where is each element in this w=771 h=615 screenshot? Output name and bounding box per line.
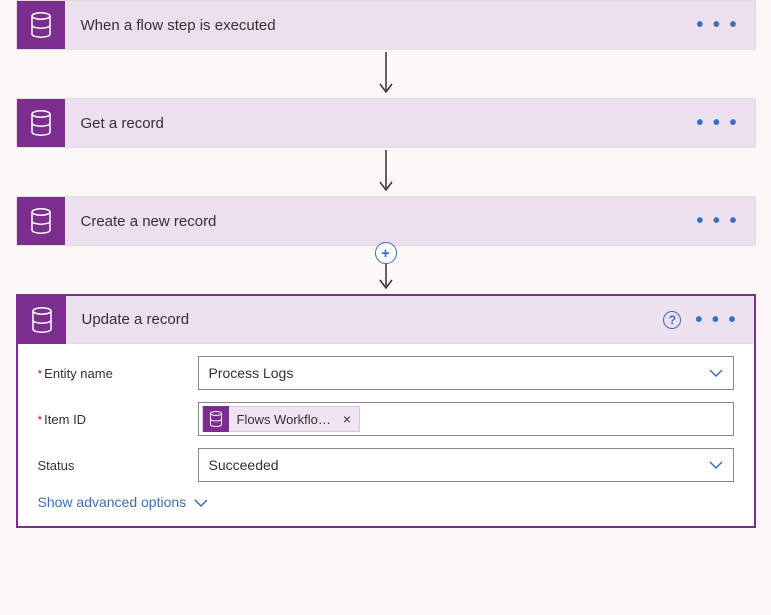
chevron-down-icon (709, 456, 723, 474)
required-star-icon: * (38, 367, 43, 381)
entity-name-dropdown[interactable]: Process Logs (198, 356, 734, 390)
chevron-down-icon (194, 494, 208, 510)
more-icon[interactable]: • • • (696, 113, 738, 133)
flow-step-get-record: Get a record • • • (16, 98, 756, 148)
dynamic-content-token[interactable]: Flows Workflo… × (202, 406, 361, 432)
flow-connector (376, 50, 396, 98)
flow-step-create-record: Create a new record • • • (16, 196, 756, 246)
step-header[interactable]: Get a record • • • (17, 99, 755, 147)
show-advanced-options-link[interactable]: Show advanced options (38, 494, 734, 510)
label-text: Status (38, 458, 75, 473)
step-title: Create a new record (65, 213, 697, 230)
dropdown-value: Succeeded (209, 457, 279, 473)
database-icon (17, 1, 65, 49)
flow-connector (376, 148, 396, 196)
flow-step-trigger: When a flow step is executed • • • (16, 0, 756, 50)
status-label: Status (38, 458, 198, 473)
step-actions: ? • • • (663, 310, 753, 330)
label-text: Entity name (44, 366, 113, 381)
step-body: * Entity name Process Logs * Item ID (18, 344, 754, 526)
step-header[interactable]: When a flow step is executed • • • (17, 1, 755, 49)
database-icon (17, 99, 65, 147)
item-id-row: * Item ID Flows Workflo… × (38, 402, 734, 436)
status-dropdown[interactable]: Succeeded (198, 448, 734, 482)
dropdown-value: Process Logs (209, 365, 294, 381)
label-text: Item ID (44, 412, 86, 427)
step-actions: • • • (696, 211, 754, 231)
item-id-input[interactable]: Flows Workflo… × (198, 402, 734, 436)
database-icon (18, 296, 66, 344)
chevron-down-icon (709, 364, 723, 382)
step-title: When a flow step is executed (65, 17, 697, 34)
entity-name-label: * Entity name (38, 366, 198, 381)
required-star-icon: * (38, 413, 43, 427)
more-icon[interactable]: • • • (695, 310, 737, 330)
more-icon[interactable]: • • • (696, 15, 738, 35)
item-id-label: * Item ID (38, 412, 198, 427)
flow-step-update-record: Update a record ? • • • * Entity name Pr… (16, 294, 756, 528)
step-title: Get a record (65, 115, 697, 132)
arrow-down-icon (376, 148, 396, 196)
entity-name-row: * Entity name Process Logs (38, 356, 734, 390)
more-icon[interactable]: • • • (696, 211, 738, 231)
step-title: Update a record (66, 311, 664, 328)
step-header[interactable]: Update a record ? • • • (18, 296, 754, 344)
help-icon[interactable]: ? (663, 311, 681, 329)
step-header[interactable]: Create a new record • • • (17, 197, 755, 245)
flow-connector: + (376, 246, 396, 294)
step-actions: • • • (696, 113, 754, 133)
token-label: Flows Workflo… (237, 412, 331, 427)
close-icon[interactable]: × (343, 411, 351, 427)
database-icon (203, 406, 229, 432)
link-text: Show advanced options (38, 494, 187, 510)
flow-container: When a flow step is executed • • • Get a… (0, 0, 771, 528)
step-actions: • • • (696, 15, 754, 35)
status-row: Status Succeeded (38, 448, 734, 482)
add-step-button[interactable]: + (375, 242, 397, 264)
database-icon (17, 197, 65, 245)
arrow-down-icon (376, 50, 396, 98)
